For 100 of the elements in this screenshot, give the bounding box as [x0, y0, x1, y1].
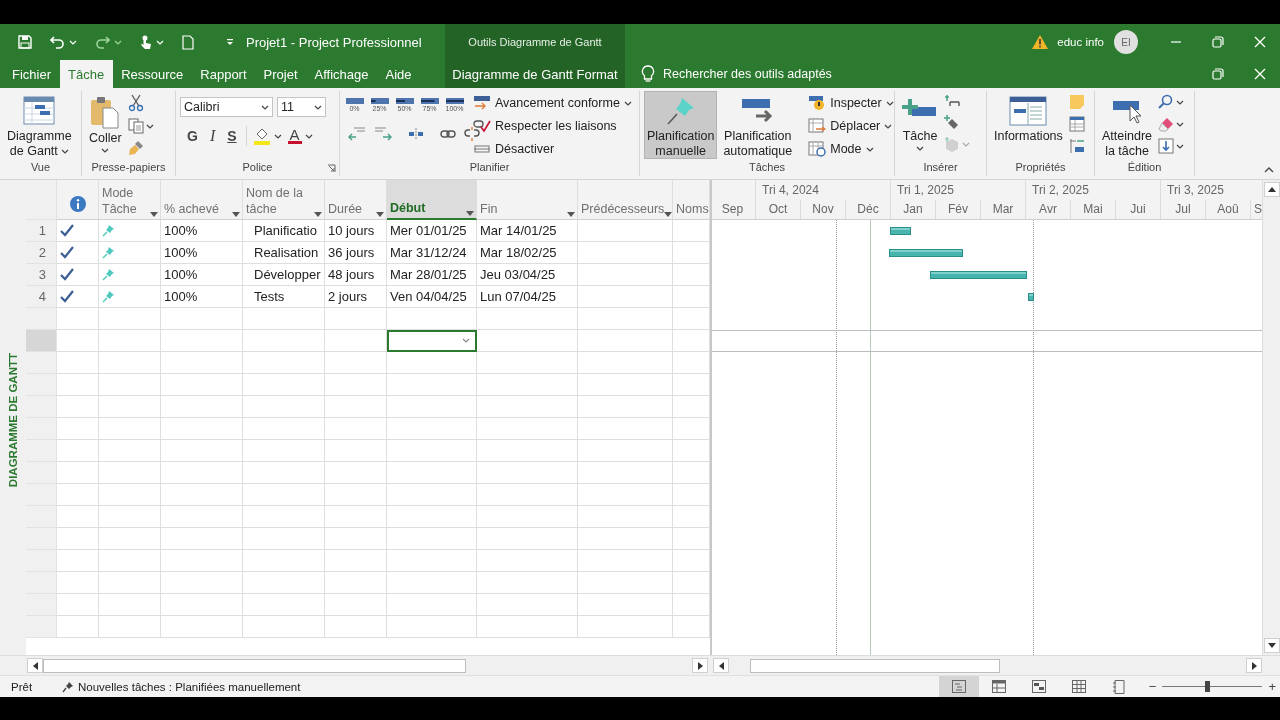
indent-icon[interactable] — [374, 126, 392, 142]
column-header[interactable]: Noms — [673, 180, 710, 220]
scroll-arrow-button[interactable] — [1263, 638, 1280, 653]
font-name-field[interactable]: Calibri — [180, 97, 273, 117]
filter-arrow-icon[interactable] — [466, 211, 474, 216]
outdent-icon[interactable] — [348, 126, 366, 142]
schedule-mode-button[interactable]: Planification automatique — [720, 91, 796, 159]
filter-arrow-icon[interactable] — [664, 212, 672, 217]
document-icon[interactable] — [182, 34, 194, 50]
scroll-arrow-button[interactable] — [1263, 182, 1280, 197]
scrollbar-thumb[interactable] — [750, 658, 1000, 673]
ribbon-tab[interactable]: Tâche — [59, 60, 113, 88]
milestone-icon[interactable] — [944, 114, 960, 130]
fill-color-icon[interactable] — [252, 127, 271, 145]
scroll-arrow-button[interactable] — [713, 658, 729, 673]
summary-task-icon[interactable] — [944, 94, 960, 108]
scroll-down-icon[interactable] — [1267, 643, 1276, 648]
scroll-arrow-button[interactable] — [692, 658, 708, 673]
report-icon[interactable] — [1112, 679, 1125, 694]
dialog-launcher-icon[interactable] — [327, 164, 336, 173]
ribbon-tab[interactable]: Diagramme de Gantt Format — [445, 60, 625, 88]
scroll-up-icon[interactable] — [1267, 187, 1276, 192]
view-bar-label[interactable]: DIAGRAMME DE GANTT — [7, 353, 19, 488]
close-icon[interactable] — [1254, 36, 1266, 48]
customize-icon[interactable] — [226, 38, 234, 46]
schedule-mode-button[interactable]: Planification manuelle — [644, 91, 718, 159]
column-header[interactable]: Début — [387, 180, 477, 220]
column-header[interactable]: Fin — [477, 180, 578, 220]
close-icon[interactable] — [1254, 68, 1266, 80]
underline-button[interactable]: S — [224, 128, 240, 144]
fill-down-icon[interactable] — [1158, 138, 1175, 154]
column-header[interactable]: Mode Tâche — [99, 180, 161, 220]
user-avatar[interactable]: EI — [1114, 30, 1138, 54]
scrollbar-thumb[interactable] — [43, 658, 466, 673]
details-icon[interactable] — [1068, 116, 1085, 132]
eraser-icon[interactable] — [1158, 116, 1175, 132]
resource-sheet-icon[interactable] — [1071, 680, 1086, 693]
timeline-icon[interactable] — [1068, 138, 1085, 154]
copy-icon[interactable] — [127, 118, 144, 134]
task-usage-icon[interactable] — [991, 680, 1006, 693]
filter-arrow-icon[interactable] — [376, 212, 384, 217]
scroll-left-icon[interactable] — [32, 661, 38, 670]
font-color-button[interactable]: A — [287, 128, 313, 144]
redo-icon[interactable] — [95, 35, 110, 49]
zoom-out-button[interactable]: − — [1148, 679, 1157, 694]
command-button[interactable]: Déplacer — [806, 115, 896, 137]
scroll-arrow-button[interactable] — [1246, 658, 1262, 673]
filter-arrow-icon[interactable] — [567, 212, 575, 217]
column-header[interactable]: Nom de la tâche — [243, 180, 325, 220]
information-button[interactable]: Informations — [991, 91, 1066, 159]
view-shortcut-button[interactable] — [938, 676, 979, 697]
command-button[interactable]: Inspecter — [806, 92, 896, 114]
ribbon-tab[interactable]: Affichage — [306, 60, 377, 88]
filter-arrow-icon[interactable] — [232, 212, 240, 217]
brush-icon[interactable] — [127, 140, 144, 156]
insert-task-button[interactable]: Tâche — [899, 91, 941, 159]
font-size-field[interactable]: 11 — [277, 97, 326, 117]
ribbon-tab[interactable]: Rapport — [191, 60, 256, 88]
command-button[interactable]: Avancement conforme — [471, 92, 634, 114]
tell-me-search[interactable]: Rechercher des outils adaptés — [625, 60, 838, 88]
zoom-in-button[interactable]: + — [1268, 679, 1276, 694]
save-icon[interactable] — [18, 35, 32, 49]
scissors-icon[interactable] — [127, 94, 144, 112]
filter-arrow-icon[interactable] — [314, 212, 322, 217]
column-header[interactable]: % achevé — [161, 180, 243, 220]
paste-button[interactable]: Coller — [86, 91, 125, 159]
restore-icon[interactable] — [1212, 68, 1224, 80]
team-planner-icon[interactable] — [1031, 680, 1046, 693]
select-all-cell[interactable] — [26, 180, 57, 220]
command-button[interactable]: Mode — [806, 138, 896, 160]
scroll-left-icon[interactable] — [718, 661, 724, 670]
vertical-scrollbar[interactable] — [1262, 180, 1280, 655]
zoom-slider-thumb[interactable] — [1205, 681, 1211, 692]
link-icon[interactable] — [440, 127, 456, 141]
bold-button[interactable]: G — [184, 128, 201, 144]
unlink-icon[interactable] — [464, 126, 480, 142]
ribbon-tab[interactable]: Projet — [255, 60, 306, 88]
italic-button[interactable]: I — [206, 127, 219, 145]
command-button[interactable]: Désactiver — [471, 138, 634, 160]
selected-cell[interactable] — [387, 330, 477, 352]
search-icon[interactable] — [1158, 94, 1175, 110]
ribbon-tab[interactable]: Ressource — [112, 60, 192, 88]
split-task-icon[interactable] — [408, 127, 424, 141]
filter-arrow-icon[interactable] — [150, 212, 158, 217]
restore-icon[interactable] — [1212, 36, 1224, 48]
ribbon-tab[interactable]: Aide — [377, 60, 420, 88]
column-header[interactable]: Durée — [325, 180, 387, 220]
column-header[interactable] — [57, 180, 99, 220]
gantt-view-button[interactable]: Diagramme de Gantt — [4, 91, 75, 159]
command-button[interactable]: Respecter les liaisons — [471, 115, 634, 137]
collapse-ribbon-icon[interactable] — [1264, 167, 1274, 173]
scroll-right-icon[interactable] — [1251, 661, 1257, 670]
ribbon-tab[interactable]: Fichier — [0, 60, 60, 88]
undo-icon[interactable] — [50, 35, 65, 49]
scroll-to-task-button[interactable]: Atteindre la tâche — [1099, 91, 1156, 159]
hand-icon[interactable] — [140, 34, 152, 50]
column-header[interactable]: Prédécesseurs — [578, 180, 673, 220]
scroll-arrow-button[interactable] — [27, 658, 43, 673]
scroll-right-icon[interactable] — [697, 661, 703, 670]
gantt-view-icon[interactable] — [951, 680, 966, 693]
